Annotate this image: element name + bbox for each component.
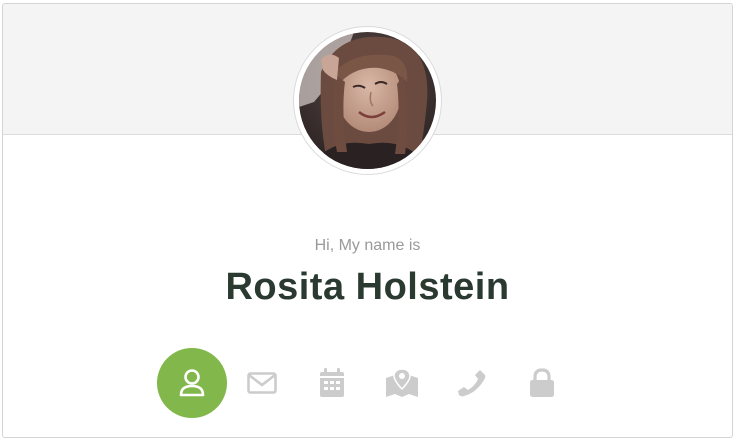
calendar-icon xyxy=(320,368,344,397)
envelope-icon xyxy=(247,372,277,394)
profile-card: Hi, My name is Rosita Holstein xyxy=(2,3,733,438)
lock-icon xyxy=(530,368,554,397)
user-icon xyxy=(179,369,205,397)
user-tab[interactable] xyxy=(157,348,227,418)
email-tab[interactable] xyxy=(227,348,297,418)
phone-icon xyxy=(458,370,486,397)
map-icon xyxy=(386,368,418,397)
map-tab[interactable] xyxy=(367,348,437,418)
calendar-tab[interactable] xyxy=(297,348,367,418)
profile-name: Rosita Holstein xyxy=(225,266,510,308)
avatar xyxy=(299,32,436,169)
avatar-frame xyxy=(293,26,442,175)
phone-tab[interactable] xyxy=(437,348,507,418)
greeting-text: Hi, My name is xyxy=(314,237,421,254)
lock-tab[interactable] xyxy=(507,348,577,418)
profile-icon-nav xyxy=(3,348,732,418)
